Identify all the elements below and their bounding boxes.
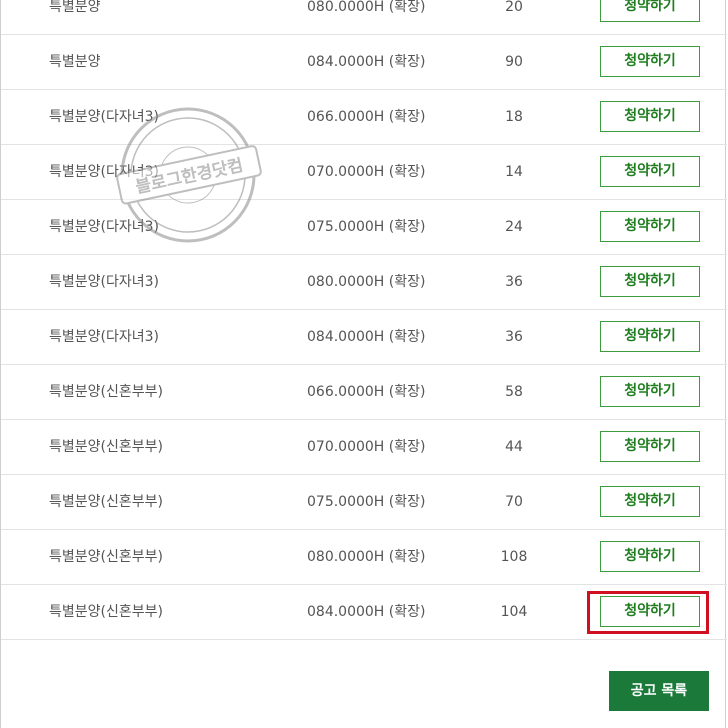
table-row: 특별분양(다자녀3) 070.0000H (확장) 14 청약하기 xyxy=(1,145,727,200)
supply-type: 특별분양 xyxy=(49,54,101,70)
supply-count: 20 xyxy=(505,0,523,15)
housing-size: 080.0000H (확장) xyxy=(307,274,426,290)
apply-button[interactable]: 청약하기 xyxy=(600,211,700,242)
supply-type: 특별분양(신혼부부) xyxy=(49,384,163,400)
supply-count: 58 xyxy=(505,384,523,400)
supply-type: 특별분양(신혼부부) xyxy=(49,604,163,620)
supply-type: 특별분양(다자녀3) xyxy=(49,329,159,345)
apply-button[interactable]: 청약하기 xyxy=(600,0,700,22)
supply-type: 특별분양(신혼부부) xyxy=(49,494,163,510)
housing-size: 080.0000H (확장) xyxy=(307,0,426,15)
supply-count: 108 xyxy=(500,549,528,565)
table-row: 특별분양(신혼부부) 070.0000H (확장) 44 청약하기 xyxy=(1,420,727,475)
table-row: 특별분양(다자녀3) 066.0000H (확장) 18 청약하기 xyxy=(1,90,727,145)
supply-count: 14 xyxy=(505,164,523,180)
housing-size: 075.0000H (확장) xyxy=(307,219,426,235)
supply-type: 특별분양(다자녀3) xyxy=(49,164,159,180)
subscription-table: 특별분양 080.0000H (확장) 20 청약하기 특별분양 084.000… xyxy=(1,0,727,640)
supply-type: 특별분양(다자녀3) xyxy=(49,109,159,125)
supply-type: 특별분양(다자녀3) xyxy=(49,219,159,235)
apply-button-highlighted[interactable]: 청약하기 xyxy=(600,596,700,627)
housing-size: 084.0000H (확장) xyxy=(307,329,426,345)
apply-button[interactable]: 청약하기 xyxy=(600,541,700,572)
table-row: 특별분양(다자녀3) 075.0000H (확장) 24 청약하기 xyxy=(1,200,727,255)
table-row: 특별분양(다자녀3) 084.0000H (확장) 36 청약하기 xyxy=(1,310,727,365)
table-row: 특별분양(신혼부부) 080.0000H (확장) 108 청약하기 xyxy=(1,530,727,585)
apply-button[interactable]: 청약하기 xyxy=(600,321,700,352)
housing-size: 066.0000H (확장) xyxy=(307,109,426,125)
supply-count: 104 xyxy=(500,604,528,620)
supply-type: 특별분양(다자녀3) xyxy=(49,274,159,290)
supply-count: 36 xyxy=(505,329,523,345)
table-row: 특별분양(신혼부부) 075.0000H (확장) 70 청약하기 xyxy=(1,475,727,530)
housing-size: 075.0000H (확장) xyxy=(307,494,426,510)
housing-size: 084.0000H (확장) xyxy=(307,604,426,620)
table-row: 특별분양(신혼부부) 084.0000H (확장) 104 청약하기 xyxy=(1,585,727,640)
table-row: 특별분양 080.0000H (확장) 20 청약하기 xyxy=(1,0,727,35)
apply-button[interactable]: 청약하기 xyxy=(600,266,700,297)
supply-type: 특별분양(신혼부부) xyxy=(49,549,163,565)
apply-button[interactable]: 청약하기 xyxy=(600,376,700,407)
apply-button[interactable]: 청약하기 xyxy=(600,431,700,462)
supply-type: 특별분양(신혼부부) xyxy=(49,439,163,455)
announcement-list-button[interactable]: 공고 목록 xyxy=(609,671,709,711)
supply-count: 18 xyxy=(505,109,523,125)
table-row: 특별분양(다자녀3) 080.0000H (확장) 36 청약하기 xyxy=(1,255,727,310)
housing-size: 070.0000H (확장) xyxy=(307,164,426,180)
housing-size: 084.0000H (확장) xyxy=(307,54,426,70)
supply-count: 24 xyxy=(505,219,523,235)
supply-type: 특별분양 xyxy=(49,0,101,15)
supply-count: 90 xyxy=(505,54,523,70)
supply-count: 70 xyxy=(505,494,523,510)
table-row: 특별분양(신혼부부) 066.0000H (확장) 58 청약하기 xyxy=(1,365,727,420)
housing-size: 070.0000H (확장) xyxy=(307,439,426,455)
apply-button[interactable]: 청약하기 xyxy=(600,486,700,517)
table-row: 특별분양 084.0000H (확장) 90 청약하기 xyxy=(1,35,727,90)
apply-button[interactable]: 청약하기 xyxy=(600,101,700,132)
housing-size: 066.0000H (확장) xyxy=(307,384,426,400)
supply-count: 44 xyxy=(505,439,523,455)
apply-button[interactable]: 청약하기 xyxy=(600,46,700,77)
supply-count: 36 xyxy=(505,274,523,290)
housing-size: 080.0000H (확장) xyxy=(307,549,426,565)
apply-button[interactable]: 청약하기 xyxy=(600,156,700,187)
